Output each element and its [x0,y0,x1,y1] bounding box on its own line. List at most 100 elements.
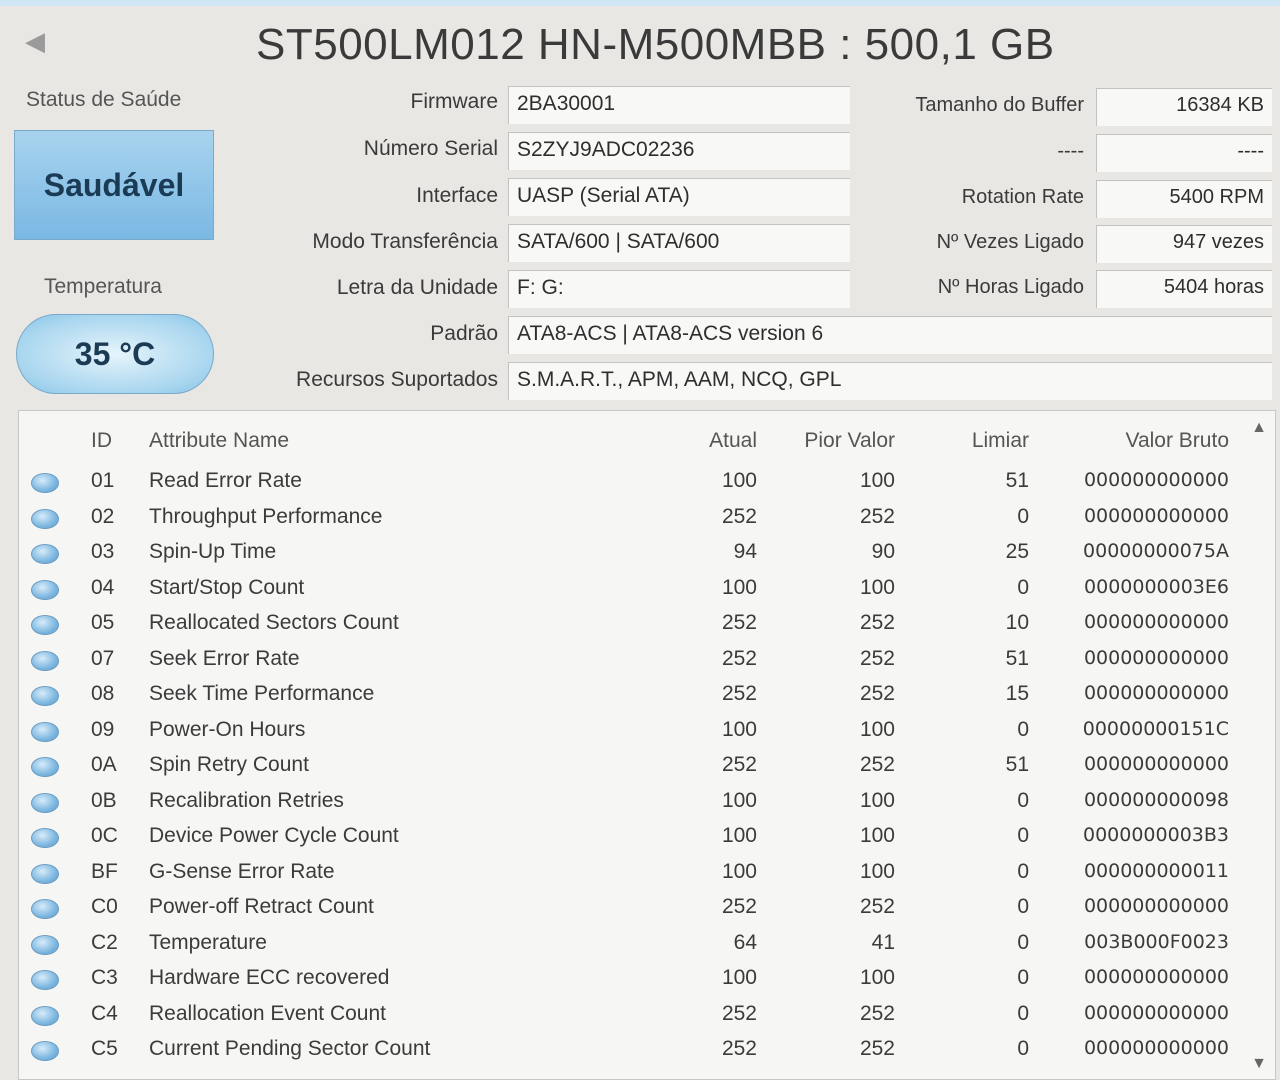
table-row[interactable]: C0 Power-off Retract Count 252 252 0 00000000… [19,891,1249,926]
attribute-id: 03 [91,540,115,563]
attribute-name: Hardware ECC recovered [149,966,390,989]
table-row[interactable]: 04 Start/Stop Count 100 100 0 0000000003E6 [19,572,1249,607]
attribute-limiar: 0 [1017,1037,1029,1060]
attribute-valor-bruto: 000000000000 [1083,611,1229,633]
drive-title: ST500LM012 HN-M500MBB : 500,1 GB [256,20,1055,69]
attribute-valor-bruto: 0000000003B3 [1082,824,1229,846]
attribute-name: Throughput Performance [149,504,383,528]
table-row[interactable]: 09 Power-On Hours 100 100 0 00000000151C [19,714,1249,749]
attribute-pior-valor: 100 [859,469,895,492]
standard-value: ATA8-ACS | ATA8-ACS version 6 [508,316,1272,354]
table-row[interactable]: 0B Recalibration Retries 100 100 0 0000000000… [19,785,1249,820]
table-row[interactable]: C2 Temperature 64 41 0 003B000F0023 [19,927,1249,962]
attribute-atual: 252 [721,895,757,918]
attribute-atual: 252 [721,682,757,705]
header-pior-valor[interactable]: Pior Valor [799,429,895,453]
table-row[interactable]: 0A Spin Retry Count 252 252 51 000000000000 [19,749,1249,784]
attribute-name: Seek Error Rate [149,646,300,670]
header-id[interactable]: ID [91,429,112,453]
attribute-valor-bruto: 0000000003E6 [1084,575,1229,598]
attribute-atual: 252 [721,753,757,776]
attribute-limiar: 25 [1005,540,1029,563]
attribute-valor-bruto: 000000000000 [1083,682,1229,704]
table-row[interactable]: 0C Device Power Cycle Count 100 100 0 0000000… [19,820,1249,855]
attribute-valor-bruto: 00000000151C [1082,717,1229,740]
attribute-name: Recalibration Retries [149,788,344,812]
status-dot-icon [31,544,59,564]
attribute-pior-valor: 100 [859,966,895,989]
attribute-pior-valor: 100 [859,859,895,883]
attribute-atual: 252 [721,646,757,670]
health-status-badge[interactable]: Saudável [14,130,214,240]
attribute-id: 0B [91,788,117,812]
serial-label: Número Serial [363,137,498,160]
health-status-label: Status de Saúde [26,88,182,111]
header-attribute-name[interactable]: Attribute Name [149,429,289,453]
header-valor-bruto[interactable]: Valor Bruto [1059,429,1230,453]
attribute-id: BF [91,859,118,883]
power-on-count-value: 947 vezes [1096,225,1272,263]
smart-attributes-table[interactable]: ID Attribute Name Atual Pior Valor Limia… [18,410,1276,1080]
serial-value: S2ZYJ9ADC02236 [508,132,850,170]
scroll-down-icon[interactable]: ▼ [1251,1055,1267,1073]
attribute-pior-valor: 100 [859,717,895,741]
attribute-atual: 64 [733,930,757,954]
attribute-atual: 252 [721,504,757,528]
attribute-name: G-Sense Error Rate [149,859,335,883]
table-row[interactable]: 03 Spin-Up Time 94 90 25 00000000075A [19,536,1249,571]
attribute-name: Temperature [149,930,267,954]
attribute-atual: 100 [721,824,757,847]
attribute-name: Spin Retry Count [149,753,309,776]
table-row[interactable]: 05 Reallocated Sectors Count 252 252 10 00000… [19,607,1249,642]
header-limiar[interactable]: Limiar [929,429,1029,453]
scroll-up-icon[interactable]: ▲ [1251,419,1267,437]
table-row[interactable]: 07 Seek Error Rate 252 252 51 000000000000 [19,643,1249,678]
status-dot-icon [31,579,59,600]
attribute-pior-valor: 252 [859,1037,895,1060]
attribute-valor-bruto: 000000000000 [1083,504,1229,527]
drive-letter-value: F: G: [508,270,850,308]
table-row[interactable]: C5 Current Pending Sector Count 252 252 0 000… [19,1033,1249,1068]
back-arrow-icon[interactable]: ◀ [14,20,56,62]
attribute-atual: 252 [721,611,757,634]
buffer-size-value: 16384 KB [1096,88,1272,126]
buffer-size-label: Tamanho do Buffer [915,94,1084,116]
attribute-name: Spin-Up Time [149,540,277,563]
attribute-limiar: 51 [1005,469,1029,492]
status-dot-icon [31,828,59,848]
attribute-id: 02 [91,504,115,528]
attribute-name: Seek Time Performance [149,682,375,705]
table-row[interactable]: C4 Reallocation Event Count 252 252 0 0000000… [19,998,1249,1033]
status-dot-icon [31,899,59,919]
power-on-hours-label: Nº Horas Ligado [937,276,1084,298]
attribute-limiar: 0 [1017,788,1029,812]
attribute-id: 01 [91,469,115,492]
header-atual[interactable]: Atual [659,429,757,453]
power-on-hours-value: 5404 horas [1096,270,1272,308]
table-row[interactable]: 01 Read Error Rate 100 100 51 000000000000 [19,465,1249,500]
table-row[interactable]: 02 Throughput Performance 252 252 0 000000000… [19,501,1249,536]
attribute-name: Reallocated Sectors Count [149,611,399,634]
attribute-valor-bruto: 003B000F0023 [1084,930,1229,953]
status-dot-icon [31,792,59,813]
rotation-rate-label: Rotation Rate [961,186,1084,208]
attribute-name: Start/Stop Count [149,575,305,599]
attribute-id: C4 [91,1001,118,1025]
table-row[interactable]: 08 Seek Time Performance 252 252 15 000000000… [19,678,1249,713]
attribute-limiar: 0 [1017,504,1029,528]
table-header: ID Attribute Name Atual Pior Valor Limia… [19,425,1249,460]
power-on-count-label: Nº Vezes Ligado [936,231,1084,253]
attribute-limiar: 0 [1017,1001,1029,1025]
interface-value: UASP (Serial ATA) [508,178,850,216]
attribute-pior-valor: 252 [859,895,895,918]
table-row[interactable]: C3 Hardware ECC recovered 100 100 0 000000000… [19,962,1249,997]
status-dot-icon [31,1041,59,1061]
temperature-badge[interactable]: 35 °C [16,314,214,394]
attribute-valor-bruto: 000000000000 [1083,895,1229,917]
attribute-atual: 100 [721,575,757,599]
status-dot-icon [31,863,59,884]
table-row[interactable]: BF G-Sense Error Rate 100 100 0 000000000011 [19,856,1249,891]
attribute-name: Power-On Hours [149,717,306,741]
attribute-id: 0C [91,824,118,847]
attribute-atual: 100 [721,469,757,492]
